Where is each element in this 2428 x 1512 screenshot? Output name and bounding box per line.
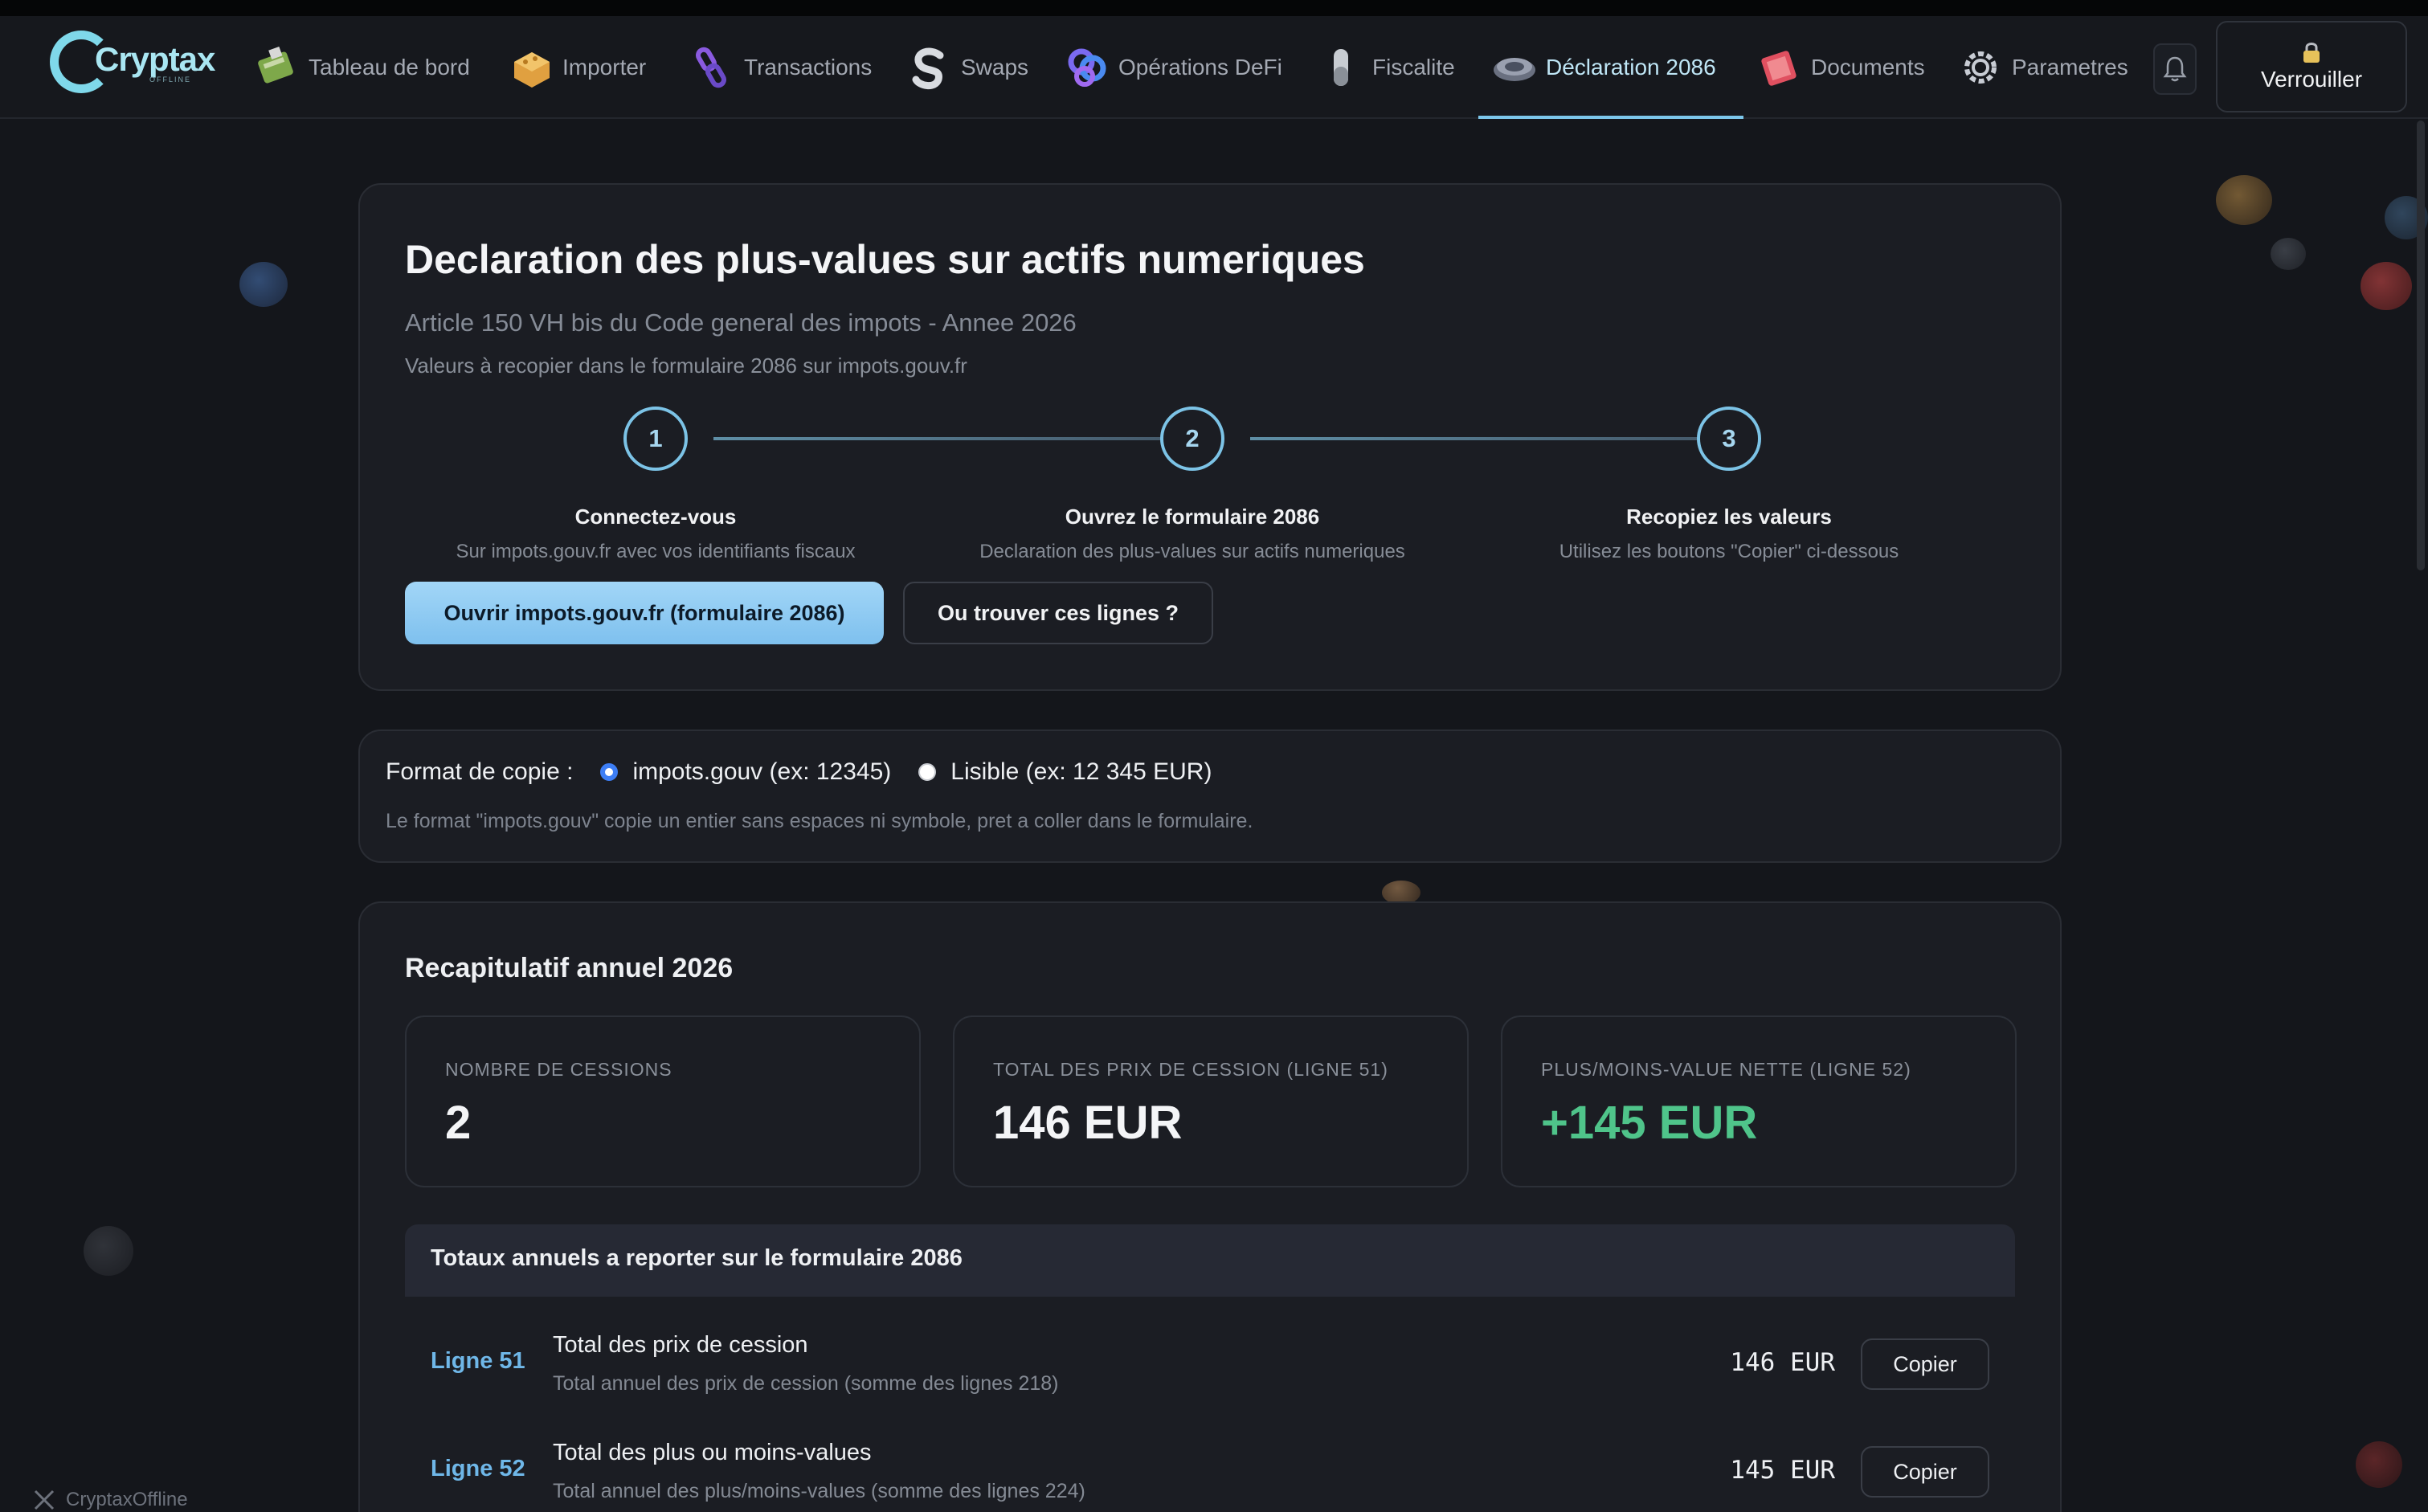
nav-label: Tableau de bord [309, 55, 470, 80]
step-description: Declaration des plus-values sur actifs n… [979, 541, 1405, 562]
stat-label: PLUS/MOINS-VALUE NETTE (LIGNE 52) [1541, 1059, 1911, 1080]
swap-icon [912, 47, 944, 89]
page-scrollbar[interactable] [2417, 121, 2425, 570]
logo-subtext: OFFLINE [149, 76, 192, 84]
step-title: Recopiez les valeurs [1626, 505, 1832, 529]
line-description: Total annuel des plus/moins-values (somm… [553, 1480, 1085, 1502]
totals-header: Totaux annuels a reporter sur le formula… [405, 1224, 2015, 1297]
declaration-card: Declaration des plus-values sur actifs n… [358, 183, 2062, 691]
import-icon [514, 52, 550, 88]
step-number: 1 [623, 407, 688, 471]
coin-decoration-icon [2361, 262, 2412, 310]
line-title: Total des plus ou moins-values [553, 1440, 872, 1465]
step-1: 1 Connectez-vous Sur impots.gouv.fr avec… [415, 407, 897, 563]
defi-icon [1068, 48, 1106, 87]
declaration-icon [1494, 58, 1535, 81]
line-description: Total annuel des prix de cession (somme … [553, 1372, 1059, 1395]
copy-format-note: Le format "impots.gouv" copie un entier … [386, 810, 1253, 832]
coin-decoration-icon [2216, 175, 2272, 225]
nav-item-declaration-2086[interactable]: Déclaration 2086 [1478, 16, 1743, 119]
line-value: 145 EUR [1730, 1456, 1835, 1485]
radio-label[interactable]: Lisible (ex: 12 345 EUR) [950, 758, 1212, 786]
nav-label: Opérations DeFi [1118, 55, 1282, 80]
stat-value: 146 EUR [993, 1097, 1183, 1149]
window-top-strip [0, 0, 2428, 16]
twitter-handle[interactable]: CryptaxOffline [66, 1489, 188, 1511]
line-reference: Ligne 51 [431, 1348, 525, 1374]
coin-decoration-icon [2356, 1441, 2402, 1488]
bell-icon [2163, 56, 2187, 82]
notifications-button[interactable] [2153, 43, 2197, 95]
app-logo[interactable]: Cryptax OFFLINE [50, 22, 215, 103]
page-hint: Valeurs à recopier dans le formulaire 20… [405, 353, 967, 378]
lock-icon [2303, 43, 2320, 63]
dashboard-icon [258, 46, 293, 84]
summary-title: Recapitulatif annuel 2026 [405, 953, 734, 983]
nav-label: Parametres [2012, 55, 2128, 80]
twitter-link[interactable]: CryptaxOffline [32, 1488, 188, 1512]
step-3: 3 Recopiez les valeurs Utilisez les bout… [1488, 407, 1970, 563]
documents-icon [1761, 51, 1796, 86]
step-number: 2 [1160, 407, 1224, 471]
nav-label: Fiscalite [1372, 55, 1455, 80]
nav-label: Documents [1811, 55, 1925, 80]
transactions-icon [696, 47, 726, 88]
copy-button[interactable]: Copier [1861, 1338, 1989, 1390]
nav-item-defi[interactable]: Opérations DeFi [1064, 16, 1282, 119]
page-subtitle: Article 150 VH bis du Code general des i… [405, 309, 1077, 337]
radio-label[interactable]: impots.gouv (ex: 12345) [632, 758, 891, 786]
logo-text: Cryptax [95, 40, 215, 78]
nav-item-swaps[interactable]: Swaps [906, 16, 1028, 119]
stat-card-plus-value: PLUS/MOINS-VALUE NETTE (LIGNE 52) +145 E… [1501, 1015, 2017, 1187]
nav-item-fiscalite[interactable]: Fiscalite [1318, 16, 1455, 119]
step-description: Utilisez les boutons "Copier" ci-dessous [1559, 541, 1899, 562]
stat-card-total-prix: TOTAL DES PRIX DE CESSION (LIGNE 51) 146… [953, 1015, 1469, 1187]
copy-button[interactable]: Copier [1861, 1446, 1989, 1498]
lock-label: Verrouiller [2260, 67, 2363, 92]
radio-impots-format[interactable] [600, 763, 619, 781]
step-title: Connectez-vous [574, 505, 737, 529]
page-title: Declaration des plus-values sur actifs n… [405, 237, 1365, 282]
totals-row: Ligne 52 Total des plus ou moins-values … [405, 1419, 2015, 1512]
nav-item-dashboard[interactable]: Tableau de bord [254, 16, 470, 119]
lock-button[interactable]: Verrouiller [2216, 21, 2407, 112]
copy-format-card: Format de copie : impots.gouv (ex: 12345… [358, 729, 2062, 863]
stat-card-cessions: NOMBRE DE CESSIONS 2 [405, 1015, 921, 1187]
nav-item-transactions[interactable]: Transactions [689, 16, 872, 119]
stat-value: +145 EUR [1541, 1097, 1758, 1149]
tax-icon [1334, 49, 1348, 86]
step-description: Sur impots.gouv.fr avec vos identifiants… [456, 541, 856, 562]
nav-item-parametres[interactable]: Parametres [1957, 16, 2128, 119]
nav-label: Déclaration 2086 [1546, 55, 1716, 80]
totals-row: Ligne 51 Total des prix de cession Total… [405, 1311, 2015, 1419]
stat-label: NOMBRE DE CESSIONS [445, 1059, 672, 1080]
top-navbar: Cryptax OFFLINE Tableau de bord Importer… [0, 16, 2428, 119]
x-logo-icon [34, 1490, 55, 1510]
coin-decoration-icon [2271, 238, 2306, 270]
stat-value: 2 [445, 1097, 472, 1149]
open-impots-button[interactable]: Ouvrir impots.gouv.fr (formulaire 2086) [405, 582, 884, 644]
copy-format-label: Format de copie : [386, 758, 574, 785]
nav-label: Swaps [961, 55, 1029, 80]
coin-decoration-icon [84, 1226, 133, 1276]
nav-label: Importer [562, 55, 647, 80]
step-title: Ouvrez le formulaire 2086 [1065, 505, 1320, 529]
coin-decoration-icon [239, 262, 288, 307]
nav-item-import[interactable]: Importer [508, 16, 646, 119]
step-2: 2 Ouvrez le formulaire 2086 Declaration … [951, 407, 1433, 563]
copy-format-row: Format de copie : impots.gouv (ex: 12345… [386, 758, 1212, 786]
line-value: 146 EUR [1730, 1348, 1835, 1377]
radio-readable-format[interactable] [918, 763, 937, 781]
line-title: Total des prix de cession [553, 1332, 808, 1358]
line-reference: Ligne 52 [431, 1456, 525, 1481]
annual-summary-card: Recapitulatif annuel 2026 NOMBRE DE CESS… [358, 901, 2062, 1512]
nav-label: Transactions [744, 55, 873, 80]
where-lines-button[interactable]: Ou trouver ces lignes ? [903, 582, 1213, 644]
nav-item-documents[interactable]: Documents [1756, 16, 1925, 119]
stat-label: TOTAL DES PRIX DE CESSION (LIGNE 51) [993, 1059, 1388, 1080]
gear-icon [1964, 51, 1997, 84]
step-number: 3 [1697, 407, 1761, 471]
